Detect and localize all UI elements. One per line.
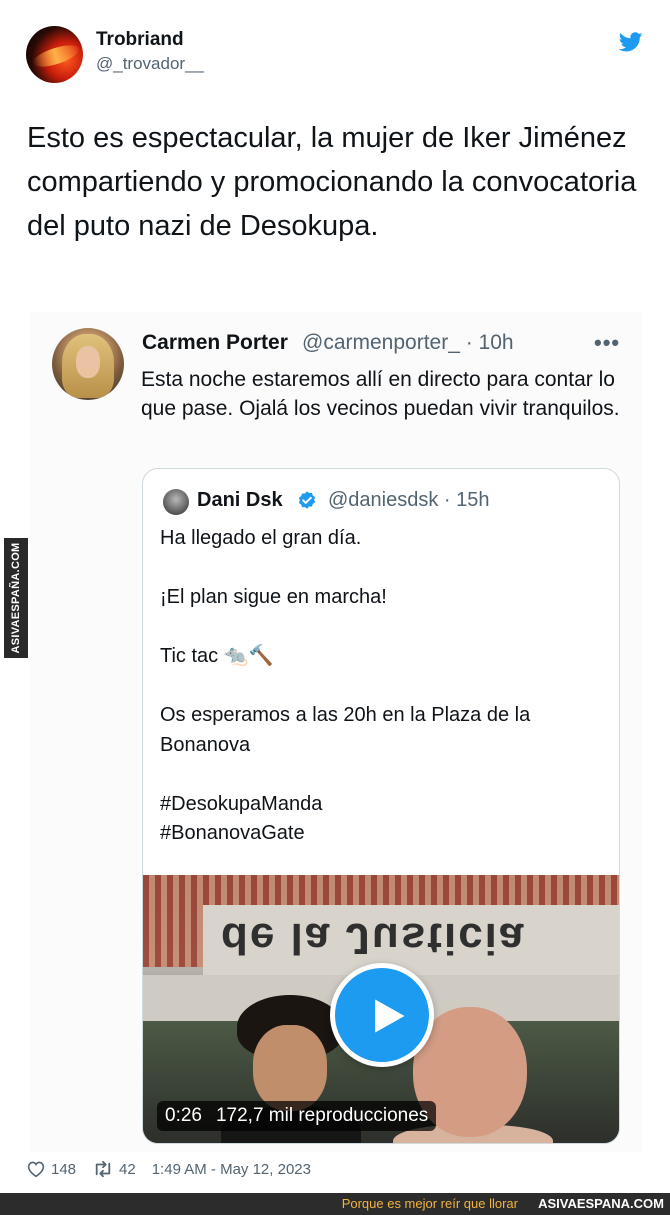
quoted-line: Tic tac 🐀🔨	[160, 645, 274, 667]
video-player[interactable]: de la Justicia 0:26 172,7 mil reproduccio…	[143, 875, 619, 1143]
side-watermark-text: ASIVAESPAÑA.COM	[10, 542, 22, 654]
avatar[interactable]	[163, 489, 189, 515]
tweet-header: Trobriand @_trovador__	[26, 26, 646, 84]
tweet-timestamp[interactable]: 1:49 AM - May 12, 2023	[152, 1161, 311, 1178]
like-count: 148	[51, 1160, 77, 1178]
play-button[interactable]	[330, 963, 434, 1067]
side-watermark: ASIVAESPAÑA.COM	[4, 538, 28, 658]
tweet-footer: 148 42 1:49 AM - May 12, 2023	[26, 1158, 311, 1180]
tweet-text: Esto es espectacular, la mujer de Iker J…	[27, 122, 637, 242]
embedded-tweet-text: Esta noche estaremos allí en directo par…	[141, 368, 620, 420]
video-info-badge: 0:26 172,7 mil reproducciones	[157, 1101, 437, 1131]
quoted-line: Ha llegado el gran día.	[160, 527, 362, 549]
play-icon	[375, 999, 405, 1033]
avatar[interactable]	[26, 26, 83, 83]
hashtag-link[interactable]: #DesokupaManda	[160, 790, 610, 820]
quoted-author-name[interactable]: Dani Dsk	[197, 489, 283, 512]
more-options-icon[interactable]: •••	[594, 330, 620, 356]
heart-icon[interactable]	[26, 1160, 46, 1178]
quoted-author-handle[interactable]: @daniesdsk · 15h	[328, 489, 490, 512]
watermark-site[interactable]: ASIVAESPANA.COM	[538, 1196, 664, 1211]
author-display-name[interactable]: Trobriand	[96, 29, 184, 51]
embedded-author-handle[interactable]: @carmenporter_ · 10h	[302, 331, 514, 355]
quoted-line: Os esperamos a las 20h en la Plaza de la…	[160, 704, 531, 756]
hashtag-link[interactable]: #BonanovaGate	[160, 819, 610, 849]
watermark-slogan: Porque es mejor reír que llorar	[341, 1196, 518, 1211]
quoted-tweet-card[interactable]: Dani Dsk @daniesdsk · 15h Ha llegado el …	[142, 468, 620, 1144]
video-duration: 0:26	[165, 1105, 202, 1126]
video-sign-text: de la Justicia	[221, 914, 526, 963]
retweet-icon[interactable]	[92, 1160, 114, 1178]
embedded-author-name[interactable]: Carmen Porter	[142, 331, 288, 355]
twitter-bird-icon[interactable]	[618, 30, 644, 54]
verified-badge-icon	[298, 491, 316, 509]
author-handle[interactable]: @_trovador__	[96, 54, 204, 74]
retweet-count: 42	[119, 1160, 136, 1178]
bottom-watermark-bar: Porque es mejor reír que llorar ASIVAESP…	[0, 1193, 670, 1215]
quoted-line: ¡El plan sigue en marcha!	[160, 586, 387, 608]
video-views: 172,7 mil reproducciones	[215, 1105, 429, 1126]
avatar[interactable]	[52, 328, 124, 400]
quoted-tweet-text: Ha llegado el gran día. ¡El plan sigue e…	[160, 524, 610, 849]
